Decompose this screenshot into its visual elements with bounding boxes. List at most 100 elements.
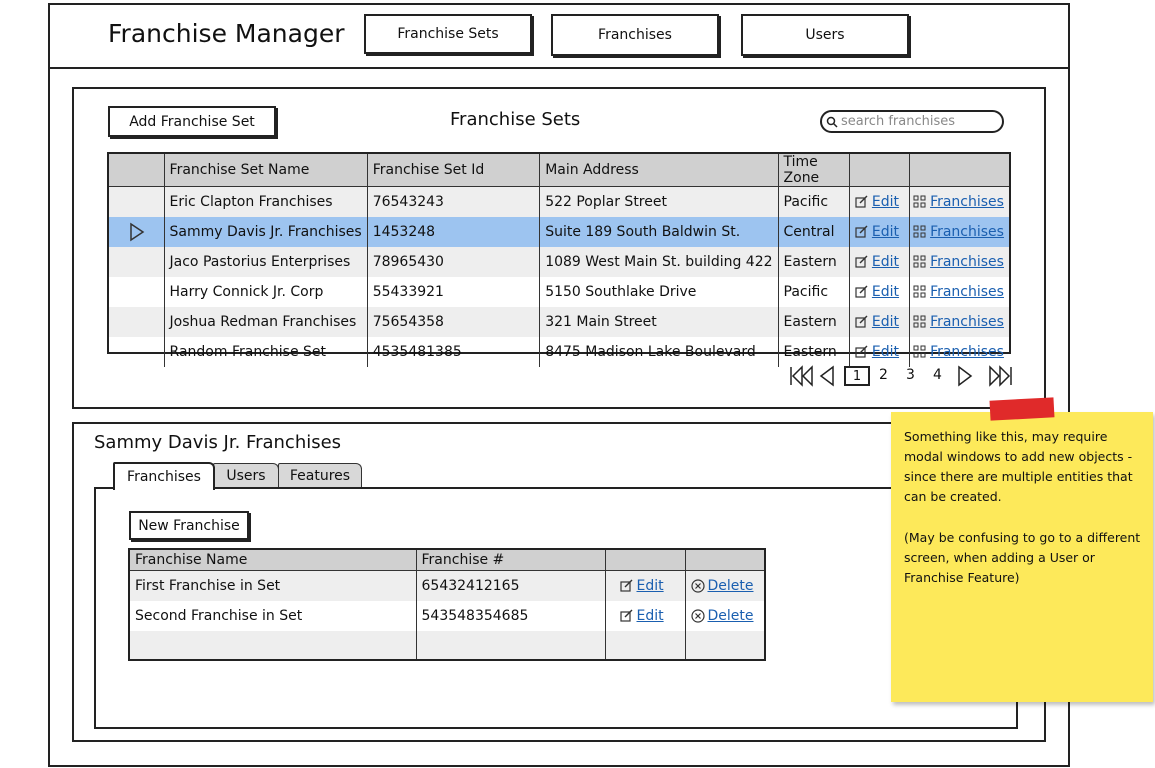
edit-link[interactable]: Edit [872, 314, 899, 330]
cell-set-name: Jaco Pastorius Enterprises [164, 246, 368, 277]
column-header-selector [109, 154, 165, 187]
cell-set-id: 78965430 [367, 246, 541, 277]
cell-set-name: Harry Connick Jr. Corp [164, 276, 368, 307]
nav-tab-users[interactable]: Users [741, 14, 909, 56]
row-selector[interactable] [109, 276, 165, 307]
sticky-tape [989, 397, 1055, 421]
cell-timezone: Pacific [778, 276, 850, 307]
table-row[interactable]: Sammy Davis Jr. Franchises 1453248 Suite 1… [109, 216, 1009, 247]
column-header-franchise-name: Franchise Name [130, 550, 417, 571]
edit-link[interactable]: Edit [872, 194, 899, 210]
franchises-link[interactable]: Franchises [930, 314, 1004, 330]
edit-link[interactable]: Edit [872, 254, 899, 270]
cell-address: Suite 189 South Baldwin St. [539, 216, 779, 247]
search-icon [826, 116, 838, 128]
last-page-icon[interactable] [987, 365, 1013, 387]
grid-icon [913, 345, 926, 358]
cell-address: 522 Poplar Street [539, 186, 779, 217]
edit-icon [619, 609, 632, 622]
cell-timezone: Eastern [778, 306, 850, 337]
franchises-link[interactable]: Franchises [930, 194, 1004, 210]
selected-row-indicator-icon [130, 222, 145, 241]
grid-icon [913, 225, 926, 238]
new-franchise-button[interactable]: New Franchise [129, 511, 249, 540]
cell-edit: Edit [849, 306, 911, 337]
grid-icon [913, 285, 926, 298]
cell-edit: Edit [849, 186, 911, 217]
grid-icon [913, 195, 926, 208]
edit-link[interactable]: Edit [872, 224, 899, 240]
nav-tab-franchises[interactable]: Franchises [551, 14, 719, 56]
cell-set-name: Eric Clapton Franchises [164, 186, 368, 217]
cell-edit: Edit [849, 336, 911, 367]
edit-link[interactable]: Edit [637, 578, 664, 594]
cell-franchises: Franchises [909, 306, 1009, 337]
empty-cell [685, 630, 764, 659]
column-header-franchise-number: Franchise # [416, 550, 606, 571]
delete-link[interactable]: Delete [708, 608, 754, 624]
nav-tab-franchise-sets[interactable]: Franchise Sets [364, 14, 532, 54]
table-row[interactable]: Joshua Redman Franchises 75654358 321 Main… [109, 306, 1009, 337]
franchises-link[interactable]: Franchises [930, 254, 1004, 270]
row-selector[interactable] [109, 306, 165, 337]
table-row[interactable]: Harry Connick Jr. Corp 55433921 5150 South… [109, 276, 1009, 307]
delete-link[interactable]: Delete [708, 578, 754, 594]
table-row[interactable]: Second Franchise in Set 543548354685 Edit D… [130, 600, 764, 631]
tab-users[interactable]: Users [213, 463, 279, 487]
empty-cell [130, 630, 417, 659]
cell-edit: Edit [849, 246, 911, 277]
detail-title: Sammy Davis Jr. Franchises [94, 432, 342, 453]
edit-icon [855, 195, 868, 208]
cell-set-name: Joshua Redman Franchises [164, 306, 368, 337]
edit-link[interactable]: Edit [872, 284, 899, 300]
search-box[interactable]: search franchises [820, 110, 1004, 133]
first-page-icon[interactable] [789, 365, 815, 387]
previous-page-icon[interactable] [818, 365, 836, 387]
cell-set-id: 4535481385 [367, 336, 541, 367]
row-selector[interactable] [109, 246, 165, 277]
cell-timezone: Eastern [778, 336, 850, 367]
cell-set-name: Sammy Davis Jr. Franchises [164, 216, 368, 247]
page-2[interactable]: 2 [879, 367, 888, 383]
franchises-link[interactable]: Franchises [930, 224, 1004, 240]
active-tab-gap [115, 486, 213, 490]
table-row[interactable]: First Franchise in Set 65432412165 Edit Del… [130, 570, 764, 601]
page-3[interactable]: 3 [906, 367, 915, 383]
cell-set-id: 1453248 [367, 216, 541, 247]
column-header-address: Main Address [539, 154, 779, 187]
empty-cell [416, 630, 606, 659]
app-title: Franchise Manager [108, 19, 345, 48]
cell-address: 1089 West Main St. building 422 [539, 246, 779, 277]
next-page-icon[interactable] [956, 365, 974, 387]
edit-link[interactable]: Edit [637, 608, 664, 624]
cell-edit: Edit [605, 600, 686, 631]
page-1-current[interactable]: 1 [844, 366, 870, 386]
empty-cell [605, 630, 686, 659]
cell-edit: Edit [849, 276, 911, 307]
franchises-table: Franchise Name Franchise # First Franchi… [130, 550, 764, 659]
cell-franchises: Franchises [910, 337, 1009, 367]
table-row[interactable]: Eric Clapton Franchises 76543243 522 Popla… [109, 186, 1009, 217]
franchises-link[interactable]: Franchises [930, 284, 1004, 300]
cell-timezone: Central [778, 216, 850, 247]
row-selector[interactable] [109, 216, 165, 247]
edit-icon [855, 225, 868, 238]
page-4[interactable]: 4 [933, 367, 942, 383]
cell-franchises: Franchises [909, 246, 1009, 277]
cell-set-name: Random Franchise Set [164, 336, 368, 367]
add-franchise-set-button[interactable]: Add Franchise Set [108, 106, 276, 137]
cell-edit: Edit [849, 216, 911, 247]
tab-features[interactable]: Features [278, 463, 362, 487]
franchise-sets-title: Franchise Sets [450, 109, 581, 130]
table-row[interactable]: Random Franchise Set 4535481385 8475 Madis… [109, 336, 1009, 367]
franchise-sets-table: Franchise Set Name Franchise Set Id Main… [109, 154, 1009, 367]
table-row[interactable]: Jaco Pastorius Enterprises 78965430 1089 W… [109, 246, 1009, 277]
cell-edit: Edit [605, 570, 686, 601]
empty-row [130, 630, 764, 659]
edit-link[interactable]: Edit [872, 344, 899, 360]
row-selector[interactable] [109, 186, 165, 217]
cell-franchises: Franchises [910, 277, 1009, 307]
franchises-link[interactable]: Franchises [930, 344, 1004, 360]
row-selector[interactable] [109, 336, 165, 367]
column-header-edit [605, 550, 686, 571]
